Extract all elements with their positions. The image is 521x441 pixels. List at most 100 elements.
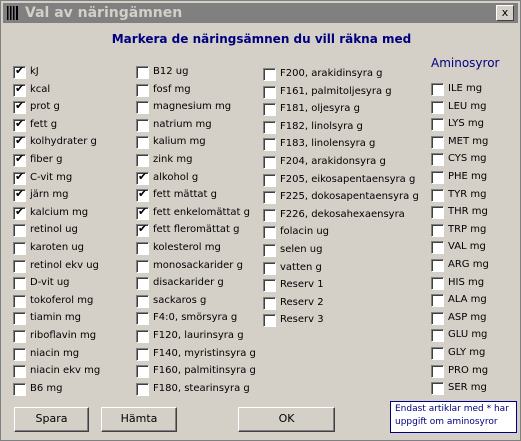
checkbox-unchecked[interactable] — [136, 241, 149, 255]
nutrient-label: disackarider g — [153, 277, 224, 289]
checkbox-checked[interactable] — [13, 187, 26, 203]
checkbox-unchecked[interactable] — [136, 136, 149, 150]
checkbox-unchecked[interactable] — [431, 118, 444, 132]
close-button[interactable]: x — [496, 5, 514, 21]
checkbox-unchecked[interactable] — [136, 118, 149, 132]
checkbox-unchecked[interactable] — [431, 83, 444, 96]
checkbox-checked[interactable] — [136, 170, 149, 185]
checkbox-checked[interactable] — [136, 187, 149, 203]
nutrient-label: PRO mg — [448, 364, 489, 376]
checkbox-unchecked[interactable] — [13, 277, 26, 291]
nutrient-label: fett fleromättat g — [153, 224, 240, 236]
nutrient-label: C-vit mg — [30, 171, 73, 183]
checkbox-checked[interactable] — [13, 117, 26, 132]
checkbox-unchecked[interactable] — [136, 277, 149, 291]
checkbox-unchecked[interactable] — [431, 153, 444, 167]
checkbox-unchecked[interactable] — [431, 311, 444, 325]
checkbox-unchecked[interactable] — [136, 259, 149, 273]
checkbox-unchecked[interactable] — [13, 347, 26, 361]
checkbox-unchecked[interactable] — [136, 153, 149, 167]
checkbox-unchecked[interactable] — [431, 241, 444, 255]
checkbox-checked[interactable] — [13, 170, 26, 185]
nutrient-label: GLY mg — [448, 346, 486, 358]
nutrient-label: TYR mg — [448, 188, 487, 200]
dialog-window: Val av näringämnen x Markera de näringsä… — [0, 0, 521, 441]
checkbox-unchecked[interactable] — [431, 329, 444, 343]
checkbox-unchecked[interactable] — [136, 101, 149, 115]
checkbox-unchecked[interactable] — [263, 120, 276, 134]
checkbox-unchecked[interactable] — [13, 312, 26, 326]
checkbox-unchecked[interactable] — [263, 155, 276, 169]
checkbox-unchecked[interactable] — [263, 85, 276, 99]
checkbox-unchecked[interactable] — [263, 138, 276, 152]
nutrient-label: kolesterol mg — [153, 241, 221, 253]
checkbox-unchecked[interactable] — [13, 365, 26, 379]
nutrient-label: CYS mg — [448, 153, 487, 165]
checkbox-unchecked[interactable] — [431, 188, 444, 202]
checkbox-unchecked[interactable] — [13, 224, 26, 238]
checkbox-checked[interactable] — [13, 152, 26, 167]
checkbox-unchecked[interactable] — [263, 261, 276, 275]
nutrient-label: LYS mg — [448, 118, 484, 130]
checkbox-unchecked[interactable] — [263, 103, 276, 117]
nutrient-label: F160, palmitinsyra g — [153, 365, 256, 377]
nutrient-label: sackaros g — [153, 294, 207, 306]
fetch-button[interactable]: Hämta — [101, 407, 177, 432]
checkbox-unchecked[interactable] — [136, 382, 149, 396]
nutrient-label: monosackarider g — [153, 259, 243, 271]
checkbox-unchecked[interactable] — [431, 223, 444, 237]
checkbox-unchecked[interactable] — [13, 241, 26, 255]
checkbox-unchecked[interactable] — [263, 243, 276, 257]
checkbox-checked[interactable] — [13, 134, 26, 150]
checkbox-checked[interactable] — [13, 82, 26, 97]
checkbox-checked[interactable] — [13, 205, 26, 220]
checkbox-unchecked[interactable] — [431, 135, 444, 149]
checkbox-unchecked[interactable] — [263, 226, 276, 240]
nutrient-label: F181, oljesyra g — [280, 103, 360, 115]
checkbox-unchecked[interactable] — [263, 68, 276, 81]
checkbox-unchecked[interactable] — [136, 294, 149, 308]
checkbox-unchecked[interactable] — [431, 382, 444, 396]
checkbox-unchecked[interactable] — [136, 329, 149, 343]
checkbox-checked[interactable] — [136, 205, 149, 220]
checkbox-unchecked[interactable] — [431, 170, 444, 184]
nutrient-label: natrium mg — [153, 118, 212, 130]
checkbox-unchecked[interactable] — [263, 208, 276, 222]
checkbox-unchecked[interactable] — [136, 365, 149, 379]
checkbox-checked[interactable] — [13, 64, 26, 79]
checkbox-unchecked[interactable] — [136, 347, 149, 361]
checkbox-unchecked[interactable] — [136, 66, 149, 79]
checkbox-unchecked[interactable] — [263, 314, 276, 328]
cutlery-icon — [6, 5, 20, 21]
close-icon: x — [501, 6, 509, 19]
checkbox-unchecked[interactable] — [431, 294, 444, 308]
nutrient-label: F120, laurinsyra g — [153, 329, 244, 341]
save-button[interactable]: Spara — [14, 407, 89, 432]
checkbox-unchecked[interactable] — [136, 83, 149, 97]
ok-button[interactable]: OK — [238, 407, 335, 432]
checkbox-unchecked[interactable] — [13, 382, 26, 396]
checkbox-checked[interactable] — [136, 222, 149, 238]
checkbox-unchecked[interactable] — [13, 294, 26, 308]
amino-acid-note: Endast artiklar med * har uppgift om ami… — [390, 401, 517, 433]
checkbox-unchecked[interactable] — [431, 100, 444, 114]
nutrient-label: retinol ekv ug — [30, 259, 99, 271]
checkbox-unchecked[interactable] — [13, 329, 26, 343]
nutrient-label: F161, palmitoljesyra g — [280, 85, 392, 97]
checkbox-unchecked[interactable] — [263, 279, 276, 293]
checkbox-unchecked[interactable] — [263, 191, 276, 205]
checkbox-unchecked[interactable] — [13, 259, 26, 273]
checkbox-checked[interactable] — [13, 99, 26, 115]
checkbox-unchecked[interactable] — [431, 276, 444, 290]
nutrient-label: SER mg — [448, 382, 487, 394]
checkbox-unchecked[interactable] — [431, 346, 444, 360]
nutrient-label: fett mättat g — [153, 189, 217, 201]
checkbox-unchecked[interactable] — [263, 296, 276, 310]
checkbox-unchecked[interactable] — [431, 258, 444, 272]
checkbox-unchecked[interactable] — [431, 364, 444, 378]
title-bar[interactable]: Val av näringämnen x — [3, 3, 518, 23]
checkbox-unchecked[interactable] — [136, 312, 149, 326]
nutrient-label: D-vit ug — [30, 277, 70, 289]
checkbox-unchecked[interactable] — [263, 173, 276, 187]
checkbox-unchecked[interactable] — [431, 206, 444, 220]
